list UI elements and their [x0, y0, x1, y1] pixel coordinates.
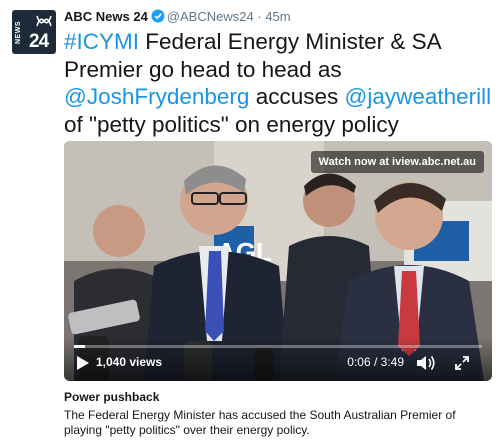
- video-controls: 1,040 views 0:06 / 3:49: [64, 337, 492, 381]
- hashtag-link[interactable]: #ICYMI: [64, 29, 139, 54]
- tweet-timestamp[interactable]: 45m: [265, 9, 290, 24]
- avatar-number: 24: [29, 31, 49, 52]
- author-name[interactable]: ABC News 24: [64, 9, 148, 24]
- separator-dot: ·: [257, 9, 262, 24]
- progress-bar[interactable]: [74, 345, 482, 348]
- video-player[interactable]: AGL Watch now at iview.abc.net.au 1,040 …: [64, 141, 492, 381]
- abc-logo-icon: [36, 15, 52, 27]
- tweet-text-part2: accuses: [249, 84, 345, 109]
- mention-link-1[interactable]: @JoshFrydenberg: [64, 84, 249, 109]
- author-handle[interactable]: @ABCNews24: [167, 9, 254, 24]
- view-count: 1,040 views: [96, 355, 163, 369]
- card-description: The Federal Energy Minister has accused …: [64, 408, 456, 437]
- fullscreen-icon[interactable]: [454, 355, 470, 371]
- tweet-header: ABC News 24 @ABCNews24 · 45m: [64, 9, 291, 25]
- mention-link-2[interactable]: @jayweatherill: [344, 84, 491, 109]
- volume-icon[interactable]: [416, 354, 436, 372]
- play-icon[interactable]: [76, 355, 90, 371]
- avatar[interactable]: NEWS 24: [12, 10, 56, 54]
- tweet-text: #ICYMI Federal Energy Minister & SA Prem…: [64, 28, 494, 138]
- tweet-text-part3: of "petty politics" on energy policy: [64, 111, 399, 137]
- card-title[interactable]: Power pushback: [64, 390, 159, 404]
- progress-fill: [74, 345, 85, 348]
- watch-now-badge[interactable]: Watch now at iview.abc.net.au: [310, 151, 484, 173]
- verified-icon: [151, 9, 165, 23]
- timecode: 0:06 / 3:49: [347, 355, 404, 369]
- avatar-news-text: NEWS: [15, 21, 22, 45]
